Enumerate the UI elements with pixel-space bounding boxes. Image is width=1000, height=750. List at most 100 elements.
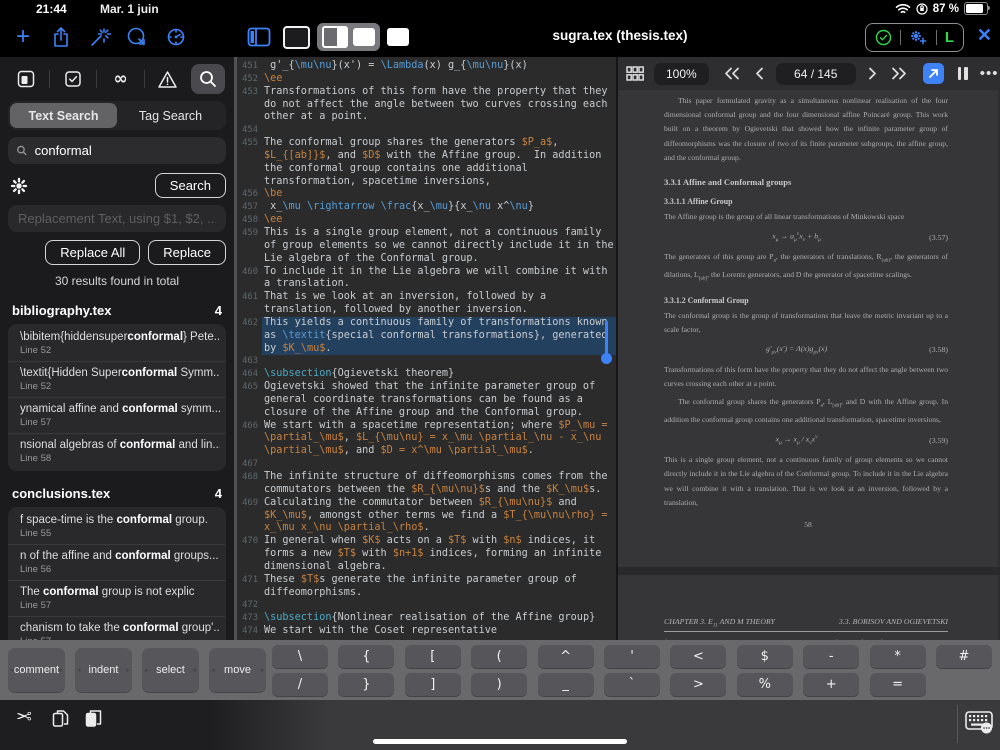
wand-icon[interactable] <box>87 24 113 50</box>
sidebar-toggle-icon[interactable] <box>246 24 272 50</box>
keyboard-dismiss-icon[interactable] <box>965 710 993 734</box>
code-row[interactable]: 466We start with a spacetime representat… <box>237 420 616 433</box>
code-row[interactable]: \partial_\mu$, and $D = x^\mu \partial_\… <box>237 445 616 458</box>
action-key-move[interactable]: ◂move▸ <box>209 648 266 692</box>
share-icon[interactable] <box>48 24 74 50</box>
code-row[interactable]: 461That is we look at an inversion, foll… <box>237 291 616 304</box>
selection-handle[interactable] <box>605 321 608 354</box>
code-row[interactable]: 473\subsection{Nonlinear realisation of … <box>237 612 616 625</box>
code-editor[interactable]: 451 g'_{\mu\nu}(x') = \Lambda(x) g_{\mu\… <box>237 57 618 640</box>
code-row[interactable]: 454 <box>237 124 616 137</box>
search-button[interactable]: Search <box>155 173 226 198</box>
code-row[interactable]: by $K_\mu$. <box>237 343 616 356</box>
action-key-comment[interactable]: ◂comment▸ <box>8 648 65 692</box>
symbol-key[interactable]: # <box>936 645 992 668</box>
warnings-icon[interactable] <box>151 64 185 94</box>
symbol-key[interactable]: - <box>803 645 859 668</box>
code-row[interactable]: 470In general when $K$ acts on a $T$ wit… <box>237 535 616 548</box>
symbol-key[interactable]: } <box>338 673 394 696</box>
symbol-key[interactable]: / <box>272 673 328 696</box>
code-row[interactable]: 451 g'_{\mu\nu}(x') = \Lambda(x) g_{\mu\… <box>237 60 616 73</box>
symbol-key[interactable]: < <box>670 645 726 668</box>
code-row[interactable]: 471These $T$s generate the infinite para… <box>237 574 616 587</box>
page-indicator[interactable]: 64 / 145 <box>776 63 856 85</box>
thumbnails-icon[interactable] <box>626 66 644 81</box>
replace-all-button[interactable]: Replace All <box>45 240 140 265</box>
symbol-key[interactable]: ] <box>405 673 461 696</box>
copy-icon[interactable] <box>52 709 69 728</box>
search-field[interactable] <box>8 137 226 164</box>
code-row[interactable]: 462This yields a continuous family of tr… <box>237 317 616 330</box>
todo-icon[interactable] <box>56 64 90 94</box>
symbol-key[interactable]: ) <box>471 673 527 696</box>
code-row[interactable]: 469Calculating the commutator between $R… <box>237 497 616 510</box>
theme-split-button[interactable] <box>317 23 380 51</box>
code-row[interactable]: general coordinate transformations can b… <box>237 394 616 407</box>
code-row[interactable]: of group elements so we cannot directly … <box>237 240 616 253</box>
symbol-key[interactable]: ^ <box>538 645 594 668</box>
prev-page-icon[interactable] <box>754 67 764 80</box>
tab-tag-search[interactable]: Tag Search <box>117 103 224 128</box>
last-page-icon[interactable] <box>891 67 908 80</box>
search-result-item[interactable]: chanism to take the conformal group'...L… <box>8 616 226 640</box>
code-row[interactable]: 457 x_\mu \rightarrow \frac{x_\mu}{x_\nu… <box>237 201 616 214</box>
symbol-key[interactable]: ` <box>604 673 660 696</box>
search-icon[interactable] <box>191 64 225 94</box>
code-row[interactable]: 465Ogievetski showed that the infinite p… <box>237 381 616 394</box>
code-row[interactable]: 453Transformations of this form have the… <box>237 86 616 99</box>
symbol-key[interactable]: \ <box>272 645 328 668</box>
first-page-icon[interactable] <box>723 67 740 80</box>
code-row[interactable]: 468The infinite structure of diffeomorph… <box>237 471 616 484</box>
tab-text-search[interactable]: Text Search <box>10 103 117 128</box>
symbol-key[interactable]: + <box>803 673 859 696</box>
code-row[interactable]: 474We start with the Coset representativ… <box>237 625 616 638</box>
replacement-field[interactable] <box>8 205 226 232</box>
compile-settings-icon[interactable] <box>163 24 189 50</box>
next-page-icon[interactable] <box>868 67 878 80</box>
search-input[interactable] <box>33 142 218 159</box>
search-options-gear-icon[interactable] <box>10 177 28 195</box>
pause-icon[interactable] <box>958 67 968 80</box>
more-options-icon[interactable]: ••• <box>980 65 999 82</box>
open-external-icon[interactable] <box>923 63 944 84</box>
search-result-item[interactable]: n of the affine and conformal groups...L… <box>8 544 226 580</box>
theme-light-button[interactable] <box>387 28 409 46</box>
code-row[interactable]: transformation, spacetime inversions, <box>237 176 616 189</box>
action-key-indent[interactable]: ◂indent▸ <box>75 648 132 692</box>
code-row[interactable]: 463 <box>237 355 616 368</box>
code-row[interactable]: 456\be <box>237 188 616 201</box>
code-row[interactable]: 458\ee <box>237 214 616 227</box>
symbol-key[interactable]: $ <box>737 645 793 668</box>
add-icon[interactable]: + <box>10 24 36 50</box>
code-row[interactable]: $L_{[ab]}$, and $D$ with the Affine grou… <box>237 150 616 163</box>
pdf-page-64[interactable]: This paper formulated gravity as a simul… <box>618 90 998 567</box>
code-row[interactable]: 460To include it in the Lie algebra we w… <box>237 266 616 279</box>
code-row[interactable]: translation, followed by another inversi… <box>237 304 616 317</box>
symbol-key[interactable]: = <box>870 673 926 696</box>
code-row[interactable]: 464\subsection{Ogievetski theorem} <box>237 368 616 381</box>
replace-button[interactable]: Replace <box>148 240 226 265</box>
code-row[interactable]: as \textit{special conformal transformat… <box>237 330 616 343</box>
code-row[interactable]: 472 <box>237 599 616 612</box>
code-row[interactable]: dimensional algebra. <box>237 561 616 574</box>
close-icon[interactable]: ✕ <box>977 25 992 46</box>
paste-icon[interactable] <box>85 709 102 728</box>
search-result-item[interactable]: \textit{Hidden Superconformal Symm...Lin… <box>8 361 226 397</box>
zoom-level-button[interactable]: 100% <box>654 63 709 85</box>
code-row[interactable]: \partial_\mu$, $L_{\mu\nu} = x_\mu \part… <box>237 432 616 445</box>
code-row[interactable]: closure of the Affine group and the Conf… <box>237 407 616 420</box>
typeset-status-group[interactable]: L <box>865 23 964 52</box>
cut-icon[interactable]: ✂ <box>16 706 32 728</box>
symbol-key[interactable]: * <box>870 645 926 668</box>
symbol-key[interactable]: { <box>338 645 394 668</box>
action-key-select[interactable]: ◂select▸ <box>142 648 199 692</box>
code-row[interactable]: forms a new $T$ with $n+1$ indices, form… <box>237 548 616 561</box>
theme-dark-button[interactable] <box>283 26 310 49</box>
files-icon[interactable] <box>9 64 43 94</box>
search-result-item[interactable]: f space-time is the conformal group.Line… <box>8 509 226 544</box>
pdf-page-65[interactable]: CHAPTER 3. E11 AND M THEORY 3.3. BORISOV… <box>618 575 998 640</box>
search-result-item[interactable]: nsional algebras of conformal and lin...… <box>8 433 226 469</box>
code-row[interactable]: diffeomorphisms. <box>237 587 616 600</box>
search-result-item[interactable]: ynamical affine and conformal symm...Lin… <box>8 397 226 433</box>
code-row[interactable]: Lie algebra of the Conformal group. <box>237 253 616 266</box>
